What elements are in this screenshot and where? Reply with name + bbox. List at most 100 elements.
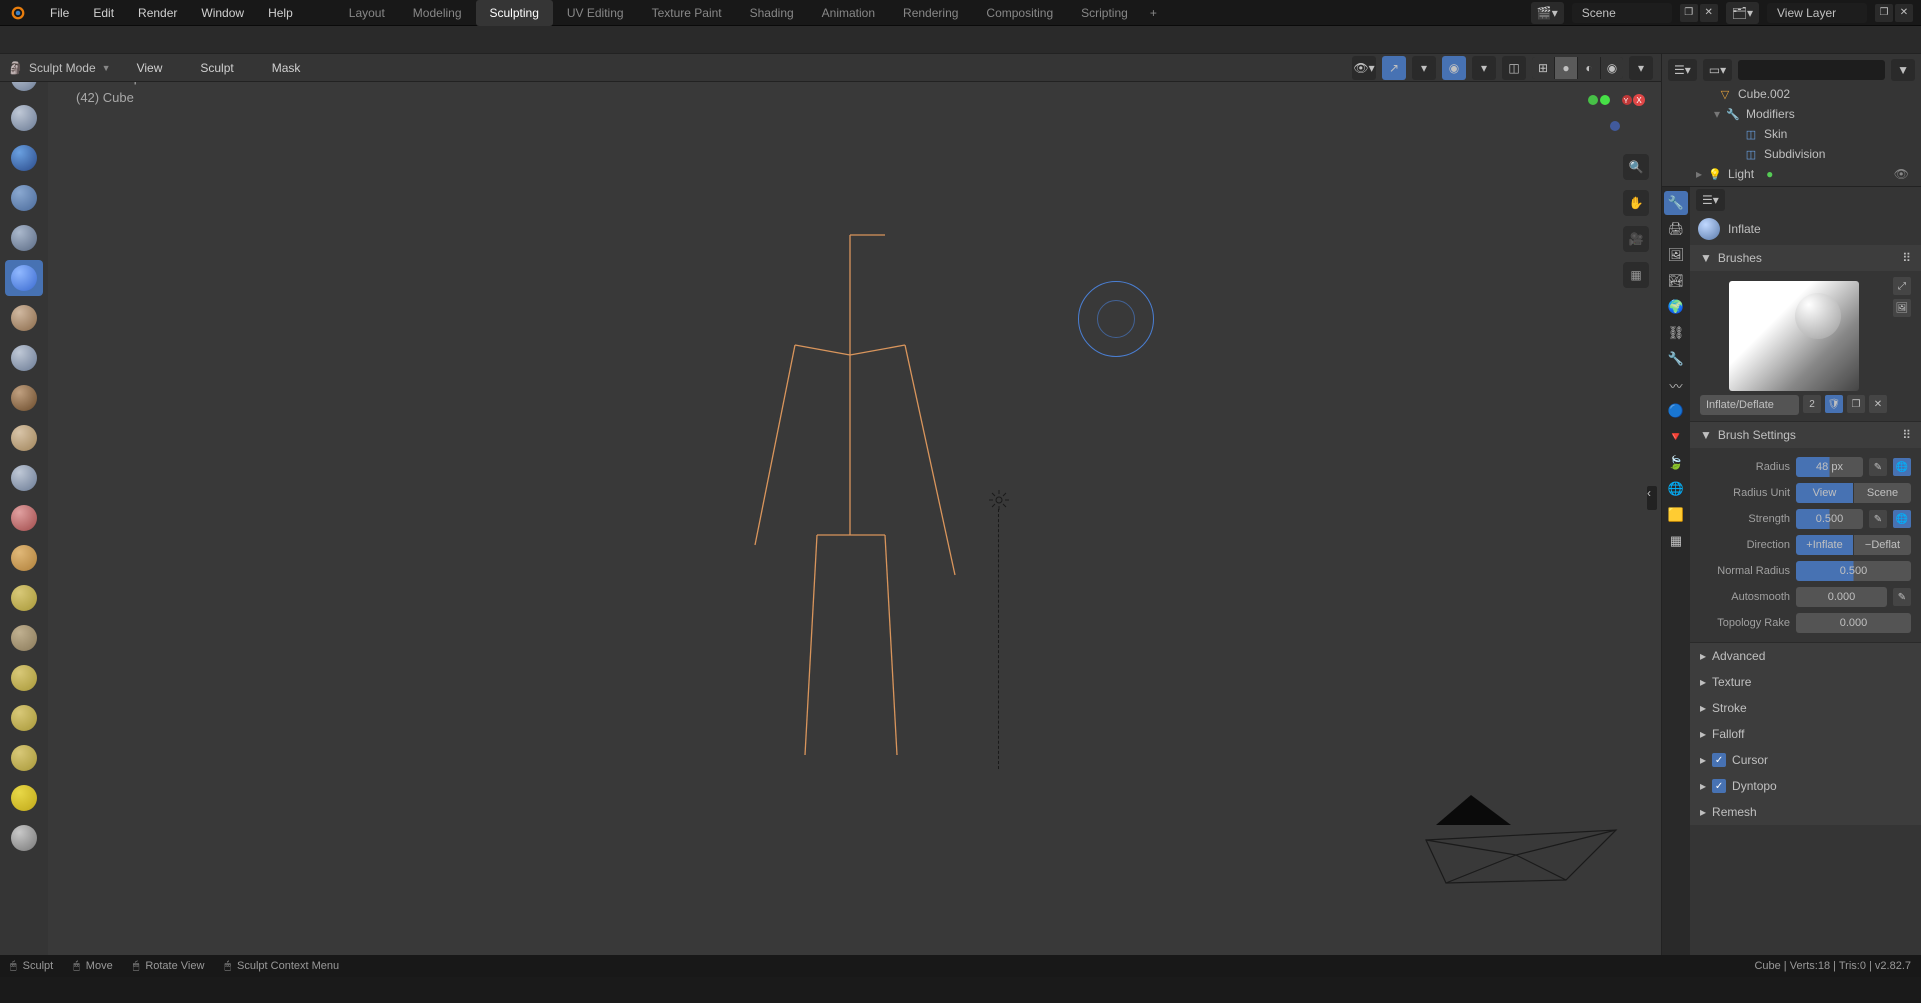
sculpt-tool-crease[interactable] (5, 340, 43, 376)
outliner-display-button[interactable]: ▭▾ (1703, 59, 1732, 81)
outliner-filter-button[interactable]: ▼ (1891, 59, 1915, 81)
radius-input[interactable]: 48 px (1796, 457, 1863, 477)
brush-delete-button[interactable]: ✕ (1869, 395, 1887, 413)
perspective-icon[interactable]: ▦ (1623, 262, 1649, 288)
outliner-row-subdivision[interactable]: ◫Subdivision (1662, 144, 1921, 164)
pan-icon[interactable]: ✋ (1623, 190, 1649, 216)
zoom-icon[interactable]: 🔍 (1623, 154, 1649, 180)
viewlayer-delete-button[interactable]: ✕ (1895, 4, 1913, 22)
xray-button[interactable]: ◫ (1502, 56, 1526, 80)
sculpt-tool-fill[interactable] (5, 460, 43, 496)
sculpt-tool-inflate[interactable] (5, 260, 43, 296)
outliner-row-light[interactable]: ▸💡Light●👁 (1662, 164, 1921, 184)
viewlayer-browse-button[interactable]: 🗂▾ (1726, 2, 1759, 24)
cursor-checkbox[interactable]: ✓ (1712, 753, 1726, 767)
workspace-tab-uv-editing[interactable]: UV Editing (553, 0, 638, 26)
stroke-panel-header[interactable]: ▸Stroke (1690, 695, 1921, 721)
fake-user-button[interactable]: 🛡 (1825, 395, 1843, 413)
menu-file[interactable]: File (38, 2, 81, 24)
workspace-tab-layout[interactable]: Layout (335, 0, 399, 26)
workspace-tab-sculpting[interactable]: Sculpting (476, 0, 553, 26)
brush-expand-button[interactable]: ⤢ (1893, 277, 1911, 295)
wireframe-shading-button[interactable]: ⊞ (1532, 57, 1554, 79)
prop-tab-modifier[interactable]: 〰 (1664, 373, 1688, 397)
visibility-button[interactable]: 👁▾ (1352, 56, 1376, 80)
prop-tab-material[interactable]: 🟨 (1664, 503, 1688, 527)
view-menu[interactable]: View (125, 57, 175, 79)
texture-panel-header[interactable]: ▸Texture (1690, 669, 1921, 695)
sculpt-tool-blob[interactable] (5, 300, 43, 336)
scene-new-button[interactable]: ❐ (1680, 4, 1698, 22)
brush-name-input[interactable]: Inflate/Deflate (1700, 395, 1799, 415)
deflate-button[interactable]: − Deflat (1854, 535, 1911, 555)
split-handle[interactable]: ‹ (1647, 486, 1657, 510)
prop-tab-object[interactable]: 🔧 (1664, 347, 1688, 371)
falloff-panel-header[interactable]: ▸Falloff (1690, 721, 1921, 747)
brush-settings-header[interactable]: ▼ Brush Settings ⠿ (1690, 422, 1921, 448)
camera-icon[interactable]: 🎥 (1623, 226, 1649, 252)
overlay-options-button[interactable]: ▾ (1472, 56, 1496, 80)
outliner-row-cube-002[interactable]: ▽Cube.002 (1662, 84, 1921, 104)
menu-window[interactable]: Window (189, 2, 256, 24)
autosmooth-input[interactable]: 0.000 (1796, 587, 1887, 607)
workspace-tab-animation[interactable]: Animation (808, 0, 889, 26)
overlay-button[interactable]: ◉ (1442, 56, 1466, 80)
sculpt-tool-snake-hook[interactable] (5, 660, 43, 696)
outliner-mode-button[interactable]: ☰▾ (1668, 59, 1697, 81)
sculpt-tool-clay[interactable] (5, 140, 43, 176)
matcap-shading-button[interactable]: ◐ (1578, 57, 1600, 79)
workspace-tab-compositing[interactable]: Compositing (972, 0, 1067, 26)
viewlayer-new-button[interactable]: ❐ (1875, 4, 1893, 22)
radius-pressure-icon[interactable]: ✎ (1869, 458, 1887, 476)
prop-tab-physics[interactable]: 🔻 (1664, 425, 1688, 449)
workspace-tab-scripting[interactable]: Scripting (1067, 0, 1142, 26)
viewlayer-field[interactable]: View Layer (1767, 3, 1867, 23)
gizmo-button[interactable]: ↗ (1382, 56, 1406, 80)
solid-shading-button[interactable]: ● (1555, 57, 1577, 79)
menu-edit[interactable]: Edit (81, 2, 126, 24)
scene-delete-button[interactable]: ✕ (1700, 4, 1718, 22)
advanced-panel-header[interactable]: ▸Advanced (1690, 643, 1921, 669)
scene-name-field[interactable]: Scene (1572, 3, 1672, 23)
strength-input[interactable]: 0.500 (1796, 509, 1863, 529)
prop-tab-mesh[interactable]: 🌐 (1664, 477, 1688, 501)
sculpt-tool-elastic[interactable] (5, 620, 43, 656)
prop-tab-particles[interactable]: 🔵 (1664, 399, 1688, 423)
sculpt-tool-nudge[interactable] (5, 780, 43, 816)
dyntopo-checkbox[interactable]: ✓ (1712, 779, 1726, 793)
menu-help[interactable]: Help (256, 2, 305, 24)
prop-tab-view-layer[interactable]: 🏞 (1664, 269, 1688, 293)
prop-tab-scene[interactable]: 🌍 (1664, 295, 1688, 319)
brush-preview[interactable] (1729, 281, 1859, 391)
brushes-panel-header[interactable]: ▼ Brushes ⠿ (1690, 245, 1921, 271)
toporake-input[interactable]: 0.000 (1796, 613, 1911, 633)
dot-icon[interactable]: ● (1766, 167, 1773, 181)
prop-pin-button[interactable]: ☰▾ (1696, 189, 1725, 211)
sculpt-tool-clay-strips[interactable] (5, 180, 43, 216)
brush-copy-button[interactable]: ❐ (1847, 395, 1865, 413)
prop-tab-active-tool[interactable]: 🔧 (1664, 191, 1688, 215)
outliner-row-skin[interactable]: ◫Skin (1662, 124, 1921, 144)
remesh-panel-header[interactable]: ▸Remesh (1690, 799, 1921, 825)
sculpt-tool-draw-sharp[interactable] (5, 100, 43, 136)
prop-tab-texture[interactable]: ▦ (1664, 529, 1688, 553)
autosmooth-pressure-icon[interactable]: ✎ (1893, 588, 1911, 606)
menu-render[interactable]: Render (126, 2, 189, 24)
sculpt-tool-grab[interactable] (5, 580, 43, 616)
sculpt-tool-simplify[interactable] (5, 820, 43, 856)
shading-options-button[interactable]: ▾ (1629, 56, 1653, 80)
sculpt-tool-pinch[interactable] (5, 540, 43, 576)
normal-radius-input[interactable]: 0.500 (1796, 561, 1911, 581)
viewport-3d[interactable]: User Perspective (42) Cube (48, 54, 1661, 955)
workspace-tab-texture-paint[interactable]: Texture Paint (638, 0, 736, 26)
prop-tab-world[interactable]: ⛓ (1664, 321, 1688, 345)
brush-add-button[interactable]: 🖼 (1893, 299, 1911, 317)
sculpt-tool-smooth[interactable] (5, 380, 43, 416)
radius-unified-icon[interactable]: 🌐 (1893, 458, 1911, 476)
cursor-panel-header[interactable]: ▸✓Cursor (1690, 747, 1921, 773)
inflate-button[interactable]: + Inflate (1796, 535, 1853, 555)
brush-users-count[interactable]: 2 (1803, 395, 1821, 413)
sculpt-tool-layer[interactable] (5, 220, 43, 256)
sculpt-tool-scrape[interactable] (5, 500, 43, 536)
rendered-shading-button[interactable]: ◉ (1601, 57, 1623, 79)
